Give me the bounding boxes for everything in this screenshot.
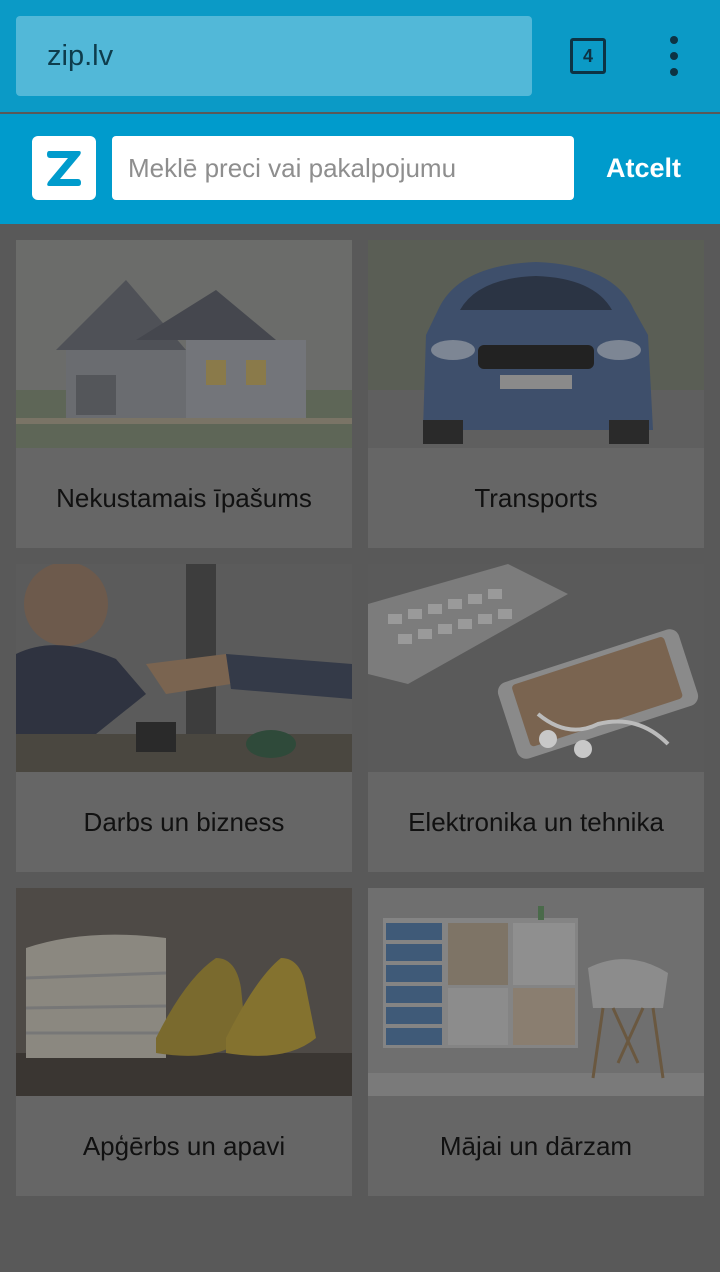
category-card-transport[interactable]: Transports [368, 240, 704, 548]
category-card-clothing[interactable]: Apģērbs un apavi [16, 888, 352, 1196]
house-image [16, 240, 352, 448]
category-label: Nekustamais īpašums [56, 482, 312, 513]
search-input[interactable] [112, 136, 574, 200]
category-label: Mājai un dārzam [439, 1130, 633, 1161]
menu-dot [670, 68, 678, 76]
tab-switcher-button[interactable]: 4 [570, 38, 606, 74]
category-card-jobs-business[interactable]: Darbs un bizness [16, 564, 352, 872]
keyboard-phone-image [368, 564, 704, 772]
z-logo-icon [47, 151, 81, 186]
car-image [368, 240, 704, 448]
category-card-electronics[interactable]: Elektronika un tehnika [368, 564, 704, 872]
category-label: Transports [474, 482, 598, 513]
category-card-real-estate[interactable]: Nekustamais īpašums [16, 240, 352, 548]
clothes-shoes-image [16, 888, 352, 1096]
category-card-home-garden[interactable]: Mājai un dārzam [368, 888, 704, 1196]
cancel-button[interactable]: Atcelt [600, 136, 687, 200]
url-bar[interactable]: zip.lv [16, 16, 532, 96]
more-vert-icon[interactable] [664, 36, 684, 76]
zip-logo[interactable] [32, 136, 96, 200]
category-label: Darbs un bizness [83, 806, 285, 837]
interior-image [368, 888, 704, 1096]
site-header: Atcelt [0, 114, 720, 224]
browser-toolbar: zip.lv 4 [0, 0, 720, 112]
handshake-image [16, 564, 352, 772]
category-label: Elektronika un tehnika [408, 806, 664, 837]
category-label: Apģērbs un apavi [82, 1130, 286, 1161]
menu-dot [670, 52, 678, 60]
category-grid: Nekustamais īpašums Transports Darbs un … [16, 240, 704, 1196]
menu-dot [670, 36, 678, 44]
